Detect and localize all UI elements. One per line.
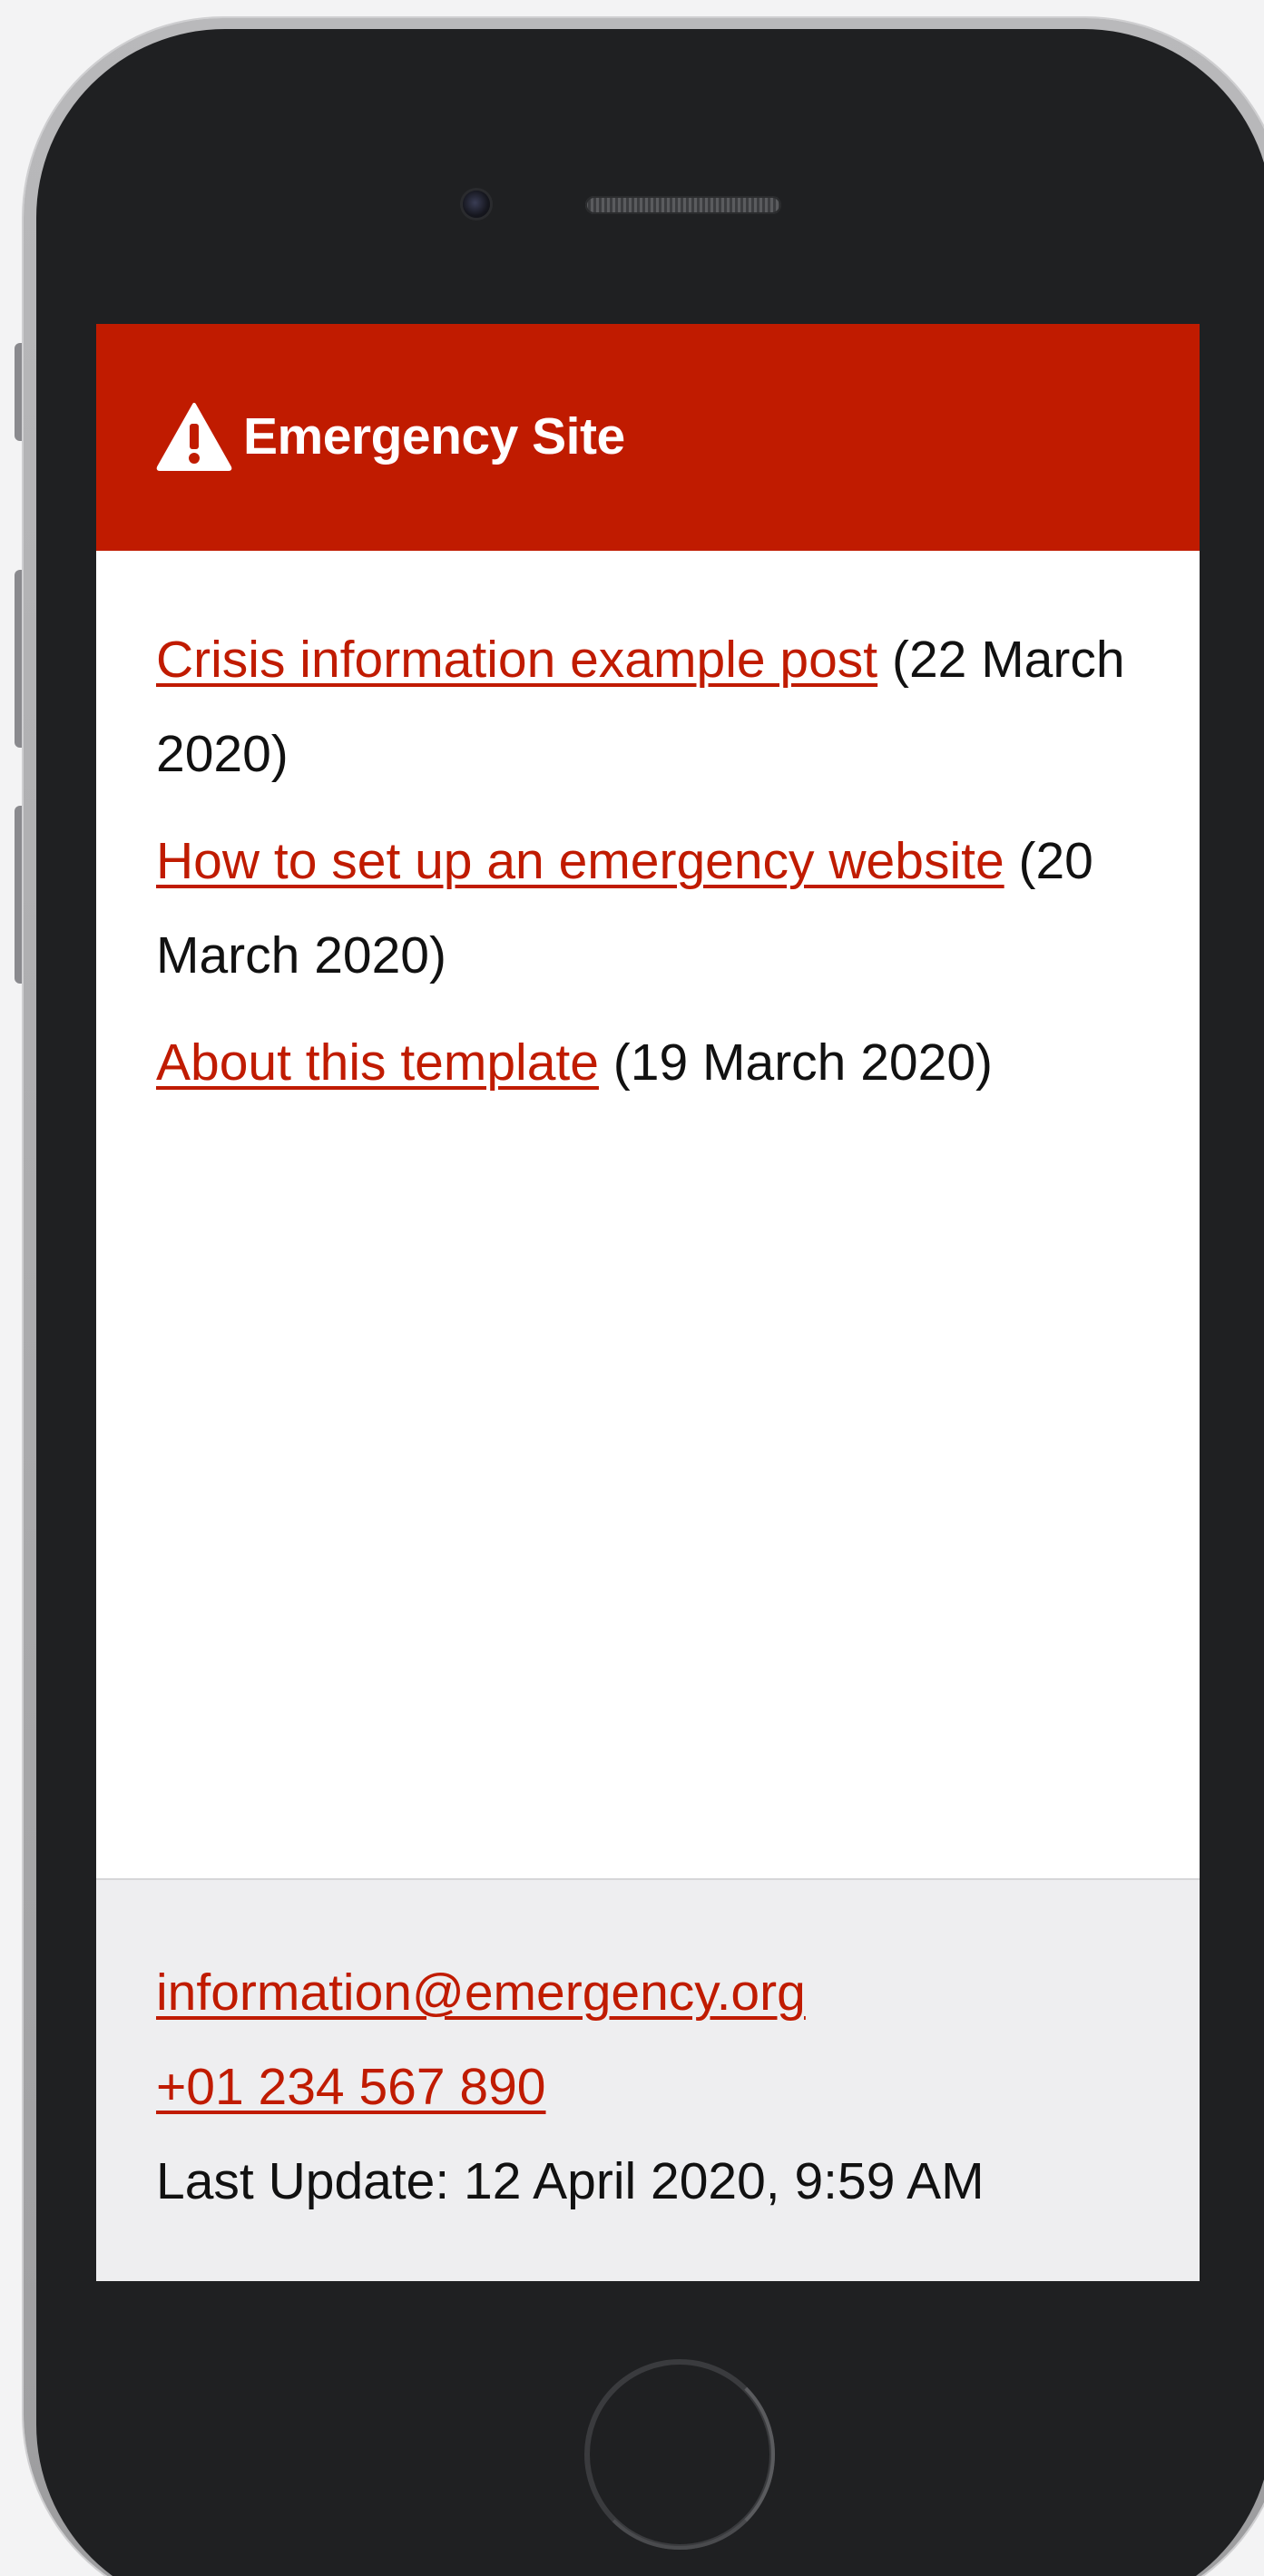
email-link[interactable]: information@emergency.org (156, 1964, 806, 2022)
post-link[interactable]: Crisis information example post (156, 631, 877, 689)
list-item: Crisis information example post (22 Marc… (156, 612, 1154, 801)
earpiece-speaker (585, 196, 781, 214)
email-line: information@emergency.org (156, 1945, 1154, 2040)
list-item: How to set up an emergency website (20 M… (156, 814, 1154, 1003)
site-title[interactable]: Emergency Site (243, 400, 625, 473)
post-link[interactable]: How to set up an emergency website (156, 832, 1004, 890)
post-date: (19 March 2020) (612, 1033, 994, 1092)
device-stage: Emergency Site Crisis information exampl… (0, 0, 1264, 2576)
post-list: Crisis information example post (22 Marc… (156, 612, 1154, 1122)
site-footer: information@emergency.org +01 234 567 89… (96, 1878, 1200, 2281)
warning-triangle-icon (156, 403, 232, 471)
list-item: About this template (19 March 2020) (156, 1015, 1154, 1110)
phone-link[interactable]: +01 234 567 890 (156, 2058, 546, 2116)
last-update-text: Last Update: 12 April 2020, 9:59 AM (156, 2152, 985, 2210)
front-camera (463, 191, 490, 218)
phone-screen: Emergency Site Crisis information exampl… (96, 324, 1200, 2281)
post-link[interactable]: About this template (156, 1033, 599, 1092)
phone-line: +01 234 567 890 (156, 2040, 1154, 2134)
footer-contact: information@emergency.org +01 234 567 89… (156, 1945, 1154, 2228)
home-button[interactable] (584, 2359, 775, 2550)
site-header: Emergency Site (96, 324, 1200, 551)
